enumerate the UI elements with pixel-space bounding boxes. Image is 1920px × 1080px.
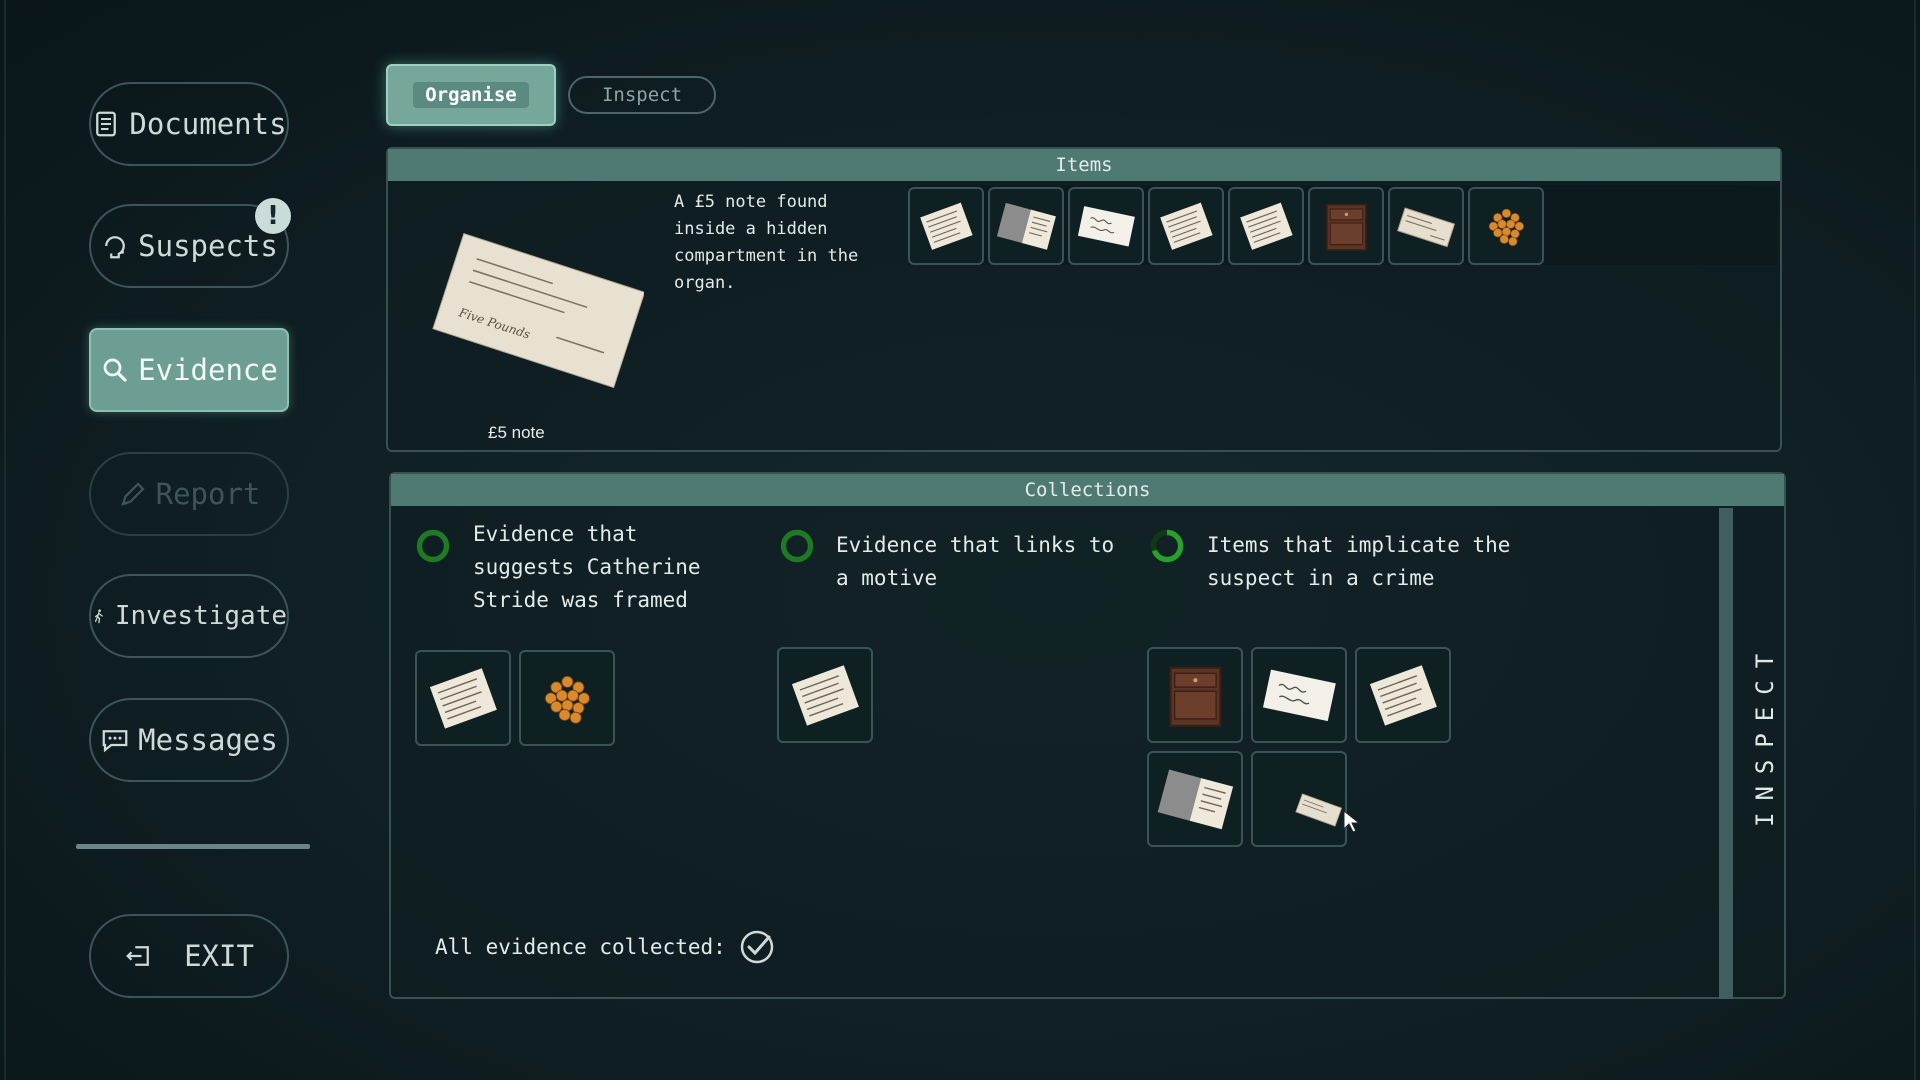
collection-slot-banknote-dragging[interactable] (1251, 751, 1347, 847)
item-thumbnail-cabinet[interactable] (1308, 187, 1384, 265)
nav-messages-button[interactable]: Messages (89, 698, 289, 782)
all-evidence-collected-label: All evidence collected: (435, 935, 726, 959)
progress-ring-icon (416, 529, 450, 563)
exit-button[interactable]: EXIT (89, 914, 289, 998)
item-thumbnail-banknote[interactable] (1388, 187, 1464, 265)
item-thumbnail-handwritten-card[interactable] (1068, 187, 1144, 265)
collection-title: Evidence that links to a motive (836, 533, 1115, 590)
nav-suspects-button[interactable]: Suspects ! (89, 198, 291, 288)
collection-title: Evidence that suggests Catherine Stride … (473, 522, 701, 612)
nav-documents-label: Documents (129, 107, 287, 141)
magnifier-icon (103, 358, 127, 382)
items-header: Items (388, 149, 1780, 181)
suspect-head-icon (105, 236, 126, 259)
walking-person-icon (94, 609, 103, 624)
selected-item-preview[interactable]: Five Pounds (424, 219, 644, 399)
nav-messages-label: Messages (138, 723, 278, 757)
collection-title: Items that implicate the suspect in a cr… (1207, 533, 1511, 590)
exit-label: EXIT (184, 939, 254, 973)
collection-slot-letter[interactable] (415, 650, 511, 746)
selected-item-name: £5 note (488, 423, 545, 442)
nav-documents-button[interactable]: Documents (89, 82, 289, 166)
collections-panel: Collections Evidence that suggests Cathe… (389, 472, 1786, 999)
item-thumbnail-orange-pile[interactable] (1468, 187, 1544, 265)
collections-header: Collections (391, 474, 1784, 506)
cursor-pointer-icon (1343, 809, 1360, 833)
nav-report-button[interactable]: Report (89, 452, 289, 536)
inspect-side-button[interactable]: INSPECT (1743, 574, 1787, 894)
progress-ring-icon (780, 529, 814, 563)
item-thumbnail-letter[interactable] (908, 187, 984, 265)
tab-organise[interactable]: Organise (386, 64, 556, 126)
collection-slot-letter[interactable] (1355, 647, 1451, 743)
pencil-icon (120, 482, 145, 506)
sidebar-divider (76, 844, 310, 849)
nav-evidence-button[interactable]: Evidence (89, 328, 289, 412)
collection-slot-open-book[interactable] (1147, 751, 1243, 847)
progress-ring-partial-icon (1150, 529, 1184, 563)
nav-report-label: Report (155, 477, 261, 511)
inspect-scrollbar[interactable] (1719, 508, 1733, 999)
item-thumbnail-open-book[interactable] (988, 187, 1064, 265)
tab-organise-label: Organise (413, 82, 529, 108)
nav-suspects-label: Suspects (138, 229, 278, 263)
suspects-alert-badge: ! (255, 198, 291, 234)
items-panel: Items Five Pounds £5 note A £5 note foun… (386, 147, 1782, 452)
all-evidence-collected: All evidence collected: (435, 928, 776, 966)
selected-item-description: A £5 note found inside a hidden compartm… (674, 192, 859, 293)
document-icon (96, 111, 117, 137)
collection-slot-orange-pile[interactable] (519, 650, 615, 746)
tab-inspect-label: Inspect (601, 84, 683, 106)
exit-door-icon (126, 946, 149, 966)
nav-investigate-button[interactable]: Investigate (89, 574, 289, 658)
checkmark-circle-icon (740, 930, 774, 964)
nav-evidence-label: Evidence (138, 353, 278, 387)
tab-inspect[interactable]: Inspect (568, 76, 716, 114)
collection-slot-cabinet[interactable] (1147, 647, 1243, 743)
item-thumbnail-letter[interactable] (1148, 187, 1224, 265)
chat-bubble-icon (102, 730, 128, 753)
collection-slot-handwritten-card[interactable] (1251, 647, 1347, 743)
item-thumbnail-letter[interactable] (1228, 187, 1304, 265)
collection-slot-letter[interactable] (777, 647, 873, 743)
nav-investigate-label: Investigate (114, 601, 287, 631)
